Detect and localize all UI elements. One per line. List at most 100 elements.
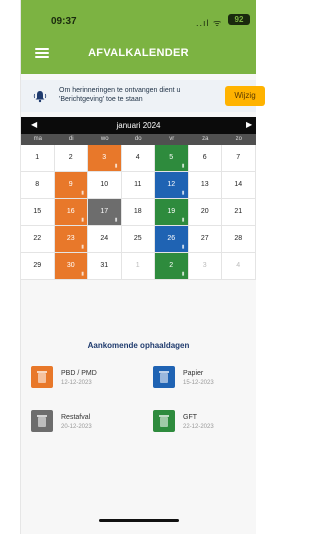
day-number: 20 bbox=[200, 208, 209, 215]
calendar-day[interactable]: 24 bbox=[88, 226, 122, 253]
bin-icon: ▮ bbox=[81, 190, 84, 196]
day-number: 14 bbox=[234, 181, 243, 188]
calendar-day[interactable]: 4 bbox=[121, 145, 155, 172]
day-number: 8 bbox=[35, 181, 40, 188]
upcoming-item[interactable]: GFT 22-12-2023 bbox=[153, 410, 263, 440]
calendar-day[interactable]: 8 bbox=[21, 172, 55, 199]
bin-icon: ▮ bbox=[81, 217, 84, 223]
day-number: 17 bbox=[100, 208, 109, 215]
calendar-day[interactable]: 17 ▮ bbox=[88, 199, 122, 226]
day-number: 3 bbox=[202, 262, 207, 269]
weekday-label: za bbox=[202, 136, 209, 142]
app-header: AFVALKALENDER bbox=[21, 34, 256, 74]
calendar-day[interactable]: 1 bbox=[21, 145, 55, 172]
calendar-day[interactable]: 10 bbox=[88, 172, 122, 199]
day-number: 1 bbox=[35, 154, 40, 161]
calendar-month: januari 2024 bbox=[116, 121, 161, 130]
upcoming-name: PBD / PMD bbox=[61, 370, 97, 377]
day-number: 4 bbox=[135, 154, 140, 161]
calendar-day[interactable]: 3 bbox=[188, 253, 222, 280]
calendar-day[interactable]: 23 ▮ bbox=[54, 226, 88, 253]
day-number: 21 bbox=[234, 208, 243, 215]
day-number: 25 bbox=[133, 235, 142, 242]
calendar-day[interactable]: 1 bbox=[121, 253, 155, 280]
calendar-day[interactable]: 7 bbox=[222, 145, 256, 172]
weekday-label: zo bbox=[235, 136, 242, 142]
bin-icon bbox=[153, 366, 175, 388]
calendar-day[interactable]: 30 ▮ bbox=[54, 253, 88, 280]
day-number: 12 bbox=[167, 181, 176, 188]
calendar-day[interactable]: 5 ▮ bbox=[155, 145, 189, 172]
bin-icon: ▮ bbox=[181, 190, 185, 196]
upcoming-name: Restafval bbox=[61, 414, 91, 421]
status-time: 09:37 bbox=[51, 16, 77, 27]
calendar-day[interactable]: 9 ▮ bbox=[54, 172, 88, 199]
phone-screen: 09:37 ..ıl ᯤ 92 AFVALKALENDER Om herinne… bbox=[20, 0, 265, 534]
upcoming-item[interactable]: Restafval 20-12-2023 bbox=[31, 410, 141, 440]
upcoming-title: Aankomende ophaaldagen bbox=[87, 341, 190, 350]
calendar-day[interactable]: 2 bbox=[54, 145, 88, 172]
day-number: 30 bbox=[66, 262, 75, 269]
status-bar: 09:37 ..ıl ᯤ 92 bbox=[21, 0, 256, 34]
day-number: 13 bbox=[200, 181, 209, 188]
calendar-day[interactable]: 25 bbox=[121, 226, 155, 253]
notice-text: Om herinneringen te ontvangen dient u 'B… bbox=[59, 87, 181, 103]
bell-icon bbox=[33, 91, 47, 103]
day-number: 2 bbox=[68, 154, 73, 161]
bin-icon: ▮ bbox=[181, 271, 185, 277]
signal-wifi-icon: ..ıl ᯤ bbox=[196, 18, 223, 28]
upcoming-name: Papier bbox=[183, 370, 204, 377]
upcoming-item[interactable]: Papier 15-12-2023 bbox=[153, 366, 263, 396]
calendar-day[interactable]: 15 bbox=[21, 199, 55, 226]
day-number: 11 bbox=[134, 181, 142, 188]
upcoming-date: 15-12-2023 bbox=[183, 380, 214, 386]
calendar-day[interactable]: 28 bbox=[222, 226, 256, 253]
calendar-day[interactable]: 18 bbox=[121, 199, 155, 226]
calendar-day[interactable]: 6 bbox=[188, 145, 222, 172]
notification-banner: Om herinneringen te ontvangen dient u 'B… bbox=[21, 80, 265, 112]
calendar-header: ◀ januari 2024 ▶ bbox=[21, 117, 256, 134]
next-month-icon[interactable]: ▶ bbox=[246, 120, 252, 129]
calendar-day[interactable]: 29 bbox=[21, 253, 55, 280]
bin-icon: ▮ bbox=[81, 244, 84, 250]
weekday-label: ma bbox=[33, 136, 42, 142]
calendar-day[interactable]: 14 bbox=[222, 172, 256, 199]
page-title: AFVALKALENDER bbox=[88, 47, 189, 59]
bin-icon: ▮ bbox=[114, 217, 118, 223]
calendar-day[interactable]: 27 bbox=[188, 226, 222, 253]
day-number: 1 bbox=[135, 262, 140, 269]
day-number: 9 bbox=[68, 181, 73, 188]
day-number: 10 bbox=[100, 181, 109, 188]
upcoming-date: 20-12-2023 bbox=[61, 424, 92, 430]
bin-icon: ▮ bbox=[114, 163, 118, 169]
day-number: 29 bbox=[33, 262, 42, 269]
upcoming-item[interactable]: PBD / PMD 12-12-2023 bbox=[31, 366, 141, 396]
calendar-day[interactable]: 22 bbox=[21, 226, 55, 253]
battery-icon: 92 bbox=[228, 14, 250, 25]
calendar-day[interactable]: 20 bbox=[188, 199, 222, 226]
day-number: 6 bbox=[202, 154, 207, 161]
weekday-row: ma di wo do vr za zo bbox=[21, 134, 256, 145]
calendar-grid: 1 2 3 ▮ 4 5 ▮ 6 7 8 9 ▮ 10 11 12 ▮ 13 14 15 16 ▮ 17 ▮ 18 19 ▮ 20 21… bbox=[21, 145, 256, 280]
upcoming-date: 22-12-2023 bbox=[183, 424, 214, 430]
calendar-day[interactable]: 26 ▮ bbox=[155, 226, 189, 253]
upcoming-date: 12-12-2023 bbox=[61, 380, 92, 386]
day-number: 4 bbox=[236, 262, 241, 269]
calendar-day[interactable]: 13 bbox=[188, 172, 222, 199]
bin-icon bbox=[31, 410, 53, 432]
day-number: 31 bbox=[100, 262, 109, 269]
calendar-day[interactable]: 31 bbox=[88, 253, 122, 280]
calendar-day[interactable]: 16 ▮ bbox=[54, 199, 88, 226]
calendar-day[interactable]: 21 bbox=[222, 199, 256, 226]
wijzig-button[interactable]: Wijzig bbox=[225, 86, 265, 106]
calendar-day[interactable]: 4 bbox=[222, 253, 256, 280]
home-indicator[interactable] bbox=[99, 519, 179, 522]
calendar-day[interactable]: 11 bbox=[121, 172, 155, 199]
calendar-day[interactable]: 19 ▮ bbox=[155, 199, 189, 226]
calendar-day[interactable]: 12 ▮ bbox=[155, 172, 189, 199]
upcoming-name: GFT bbox=[183, 414, 197, 421]
calendar-day[interactable]: 2 ▮ bbox=[155, 253, 189, 280]
day-number: 19 bbox=[167, 208, 176, 215]
calendar-day[interactable]: 3 ▮ bbox=[88, 145, 122, 172]
day-number: 15 bbox=[33, 208, 42, 215]
